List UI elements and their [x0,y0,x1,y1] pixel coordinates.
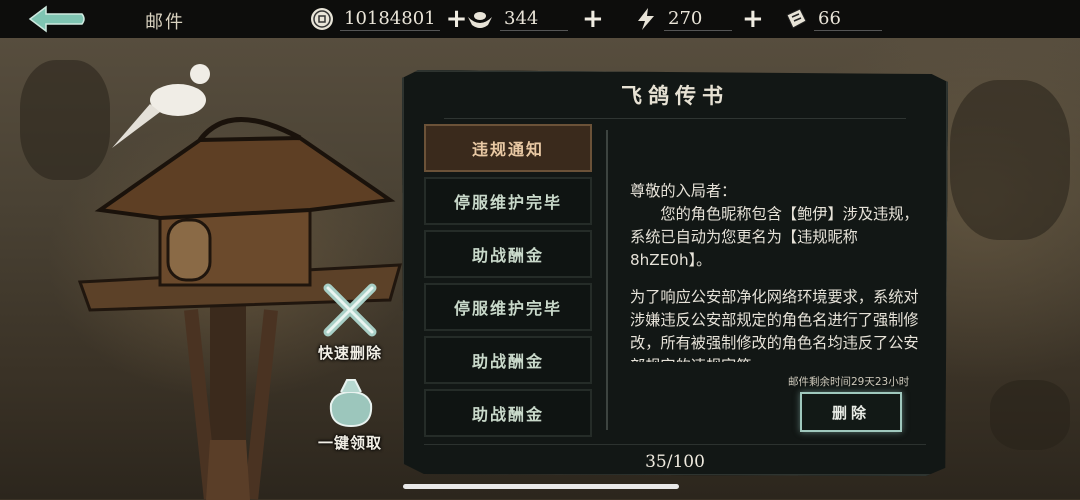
claim-all-label: 一键领取 [318,434,383,452]
mail-counter: 35/100 [645,452,705,472]
quick-delete-label: 快速删除 [318,344,383,362]
top-bar: 邮件 10184801 + 344 + 270 + 66 [0,0,1080,38]
mail-paragraph: 为了响应公安部净化网络环境要求，系统对涉嫌违反公安部规定的角色名进行了强制修改，… [630,288,919,362]
list-divider [606,130,608,430]
silver-ingot-icon [468,12,492,28]
add-stamina-button[interactable]: + [742,6,764,32]
page-title: 邮件 [145,12,185,33]
mail-item[interactable]: 违规通知 [424,124,592,172]
quick-delete-button[interactable]: 快速删除 [318,282,382,363]
currency-coins: 10184801 + [310,5,467,33]
ticket-icon [786,8,807,29]
mail-greeting: 尊敬的入局者： [630,182,737,200]
mail-item[interactable]: 停服维护完毕 [424,283,592,331]
stamina-value: 270 [664,8,732,31]
mail-panel: 飞鸽传书 违规通知 停服维护完毕 助战酬金 停服维护完毕 助战酬金 助战酬金 尊… [402,70,948,476]
mail-item[interactable]: 停服维护完毕 [424,177,592,225]
bottom-divider [424,444,926,445]
mail-paragraph: 您的角色昵称包含【鲍伊】涉及违规，系统已自动为您更名为【违规昵称8hZE0h】。 [630,205,919,269]
expire-time: 邮件剩余时间29天23小时 [788,376,910,388]
mail-item[interactable]: 助战酬金 [424,389,592,437]
add-silver-button[interactable]: + [582,6,604,32]
mail-content-scroll[interactable]: 尊敬的入局者： 您的角色昵称包含【鲍伊】涉及违规，系统已自动为您更名为【违规昵称… [630,180,922,362]
title-divider [444,118,906,119]
home-indicator[interactable] [403,484,679,489]
silver-value: 344 [500,8,568,31]
currency-ticket: 66 [784,5,882,33]
mail-item[interactable]: 助战酬金 [424,336,592,384]
add-coins-button[interactable]: + [446,6,468,32]
back-arrow-icon [28,5,85,33]
mail-content: 尊敬的入局者： 您的角色昵称包含【鲍伊】涉及违规，系统已自动为您更名为【违规昵称… [630,180,922,362]
coins-value: 10184801 [340,8,440,31]
mail-list: 违规通知 停服维护完毕 助战酬金 停服维护完毕 助战酬金 助战酬金 [424,124,592,442]
back-button[interactable] [26,4,88,34]
lightning-icon [638,8,654,30]
claim-all-button[interactable]: 一键领取 [318,374,382,453]
currency-silver: 344 [466,5,568,33]
ticket-value: 66 [814,8,882,31]
currency-stamina: 270 [634,5,732,33]
panel-title: 飞鸽传书 [621,83,729,108]
crossed-swords-icon [323,283,377,337]
delete-button[interactable]: 删除 [800,392,902,432]
coin-icon [311,8,333,30]
background-shape [950,80,1070,240]
mail-item[interactable]: 助战酬金 [424,230,592,278]
loot-bag-icon [329,379,373,428]
background-shape [990,380,1070,450]
